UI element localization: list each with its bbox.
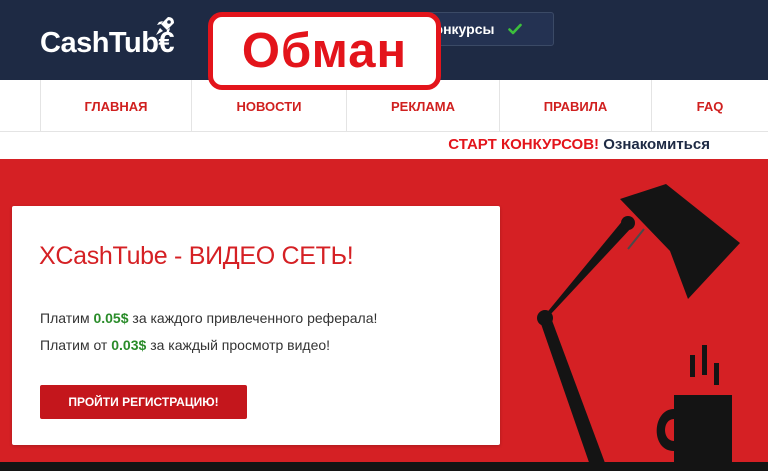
register-button[interactable]: ПРОЙТИ РЕГИСТРАЦИЮ!	[40, 385, 247, 419]
nav-item-label: ПРАВИЛА	[543, 98, 608, 114]
announcement-link[interactable]: Ознакомиться	[603, 136, 710, 153]
referral-pay-amount: 0.05$	[93, 310, 129, 326]
hero-title: XCashTube - ВИДЕО СЕТЬ!	[39, 242, 354, 270]
nav-item-faq[interactable]: FAQ	[651, 80, 768, 132]
video-pay-prefix: Платим от	[40, 337, 108, 353]
referral-pay-prefix: Платим	[40, 310, 90, 326]
nav-item-rules[interactable]: ПРАВИЛА	[499, 80, 651, 132]
hero-card: XCashTube - ВИДЕО СЕТЬ! Платим 0.05$ за …	[12, 206, 500, 445]
announcement-bar: СТАРТ КОНКУРСОВ! Ознакомиться	[448, 136, 710, 153]
nav-item-label: FAQ	[696, 98, 724, 114]
nav-item-label: ГЛАВНАЯ	[84, 98, 148, 114]
nav-item-label: РЕКЛАМА	[390, 98, 455, 114]
check-icon	[508, 23, 523, 35]
announcement-highlight: СТАРТ КОНКУРСОВ!	[448, 136, 600, 153]
desk-lamp-illustration	[537, 184, 740, 471]
video-pay-amount: 0.03$	[111, 337, 147, 353]
fraud-stamp: Обман	[208, 12, 441, 90]
nav-item-home[interactable]: ГЛАВНАЯ	[40, 80, 191, 132]
rocket-icon	[156, 17, 174, 35]
fraud-stamp-text: Обман	[241, 23, 408, 78]
referral-pay-line: Платим 0.05$ за каждого привлеченного ре…	[40, 310, 377, 326]
video-pay-suffix: за каждый просмотр видео!	[150, 337, 331, 353]
video-pay-line: Платим от 0.03$ за каждый просмотр видео…	[40, 337, 330, 353]
nav-item-label: НОВОСТИ	[236, 98, 302, 114]
referral-pay-suffix: за каждого привлеченного реферала!	[132, 310, 378, 326]
register-button-label: ПРОЙТИ РЕГИСТРАЦИЮ!	[68, 395, 219, 409]
